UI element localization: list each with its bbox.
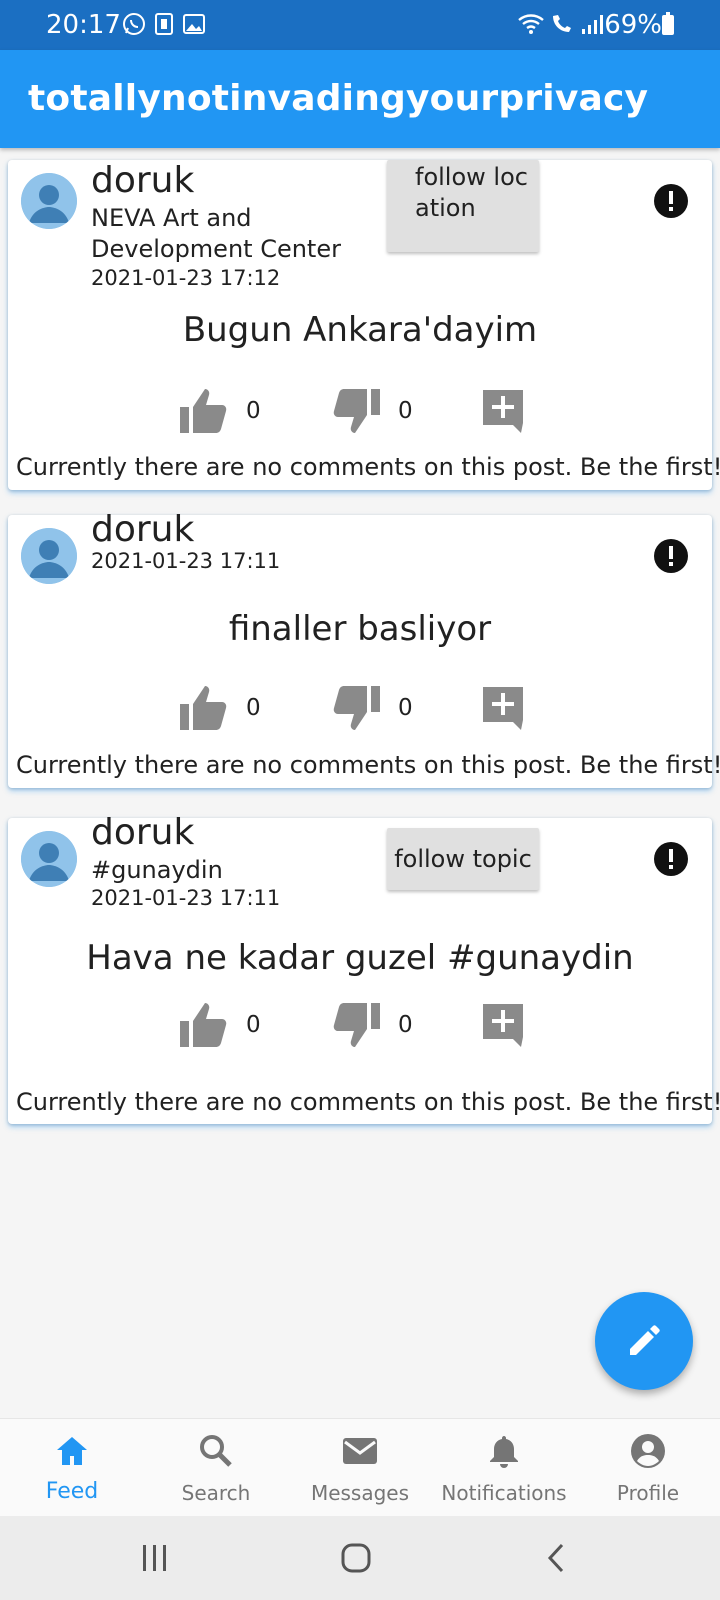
post-text: Bugun Ankara'dayim: [182, 310, 538, 350]
add-comment-icon: [483, 1004, 523, 1047]
add-comment-button[interactable]: [480, 1000, 526, 1050]
thumb-up-icon: [180, 1003, 227, 1047]
pencil-icon: [630, 1325, 660, 1355]
add-comment-icon: [483, 687, 523, 730]
recents-button[interactable]: [140, 1543, 170, 1573]
comments-placeholder: Currently there are no comments on this …: [16, 453, 720, 481]
thumb-down-icon: [333, 1003, 380, 1047]
post-card: doruk NEVA Art and Development Center 20…: [8, 160, 720, 490]
post-card: doruk #gunaydin 2021-01-23 17:11 follow …: [8, 812, 720, 1124]
post-text: finaller basliyor: [228, 609, 492, 649]
bottom-navigation: Feed Search Messages Notifications Profi…: [0, 1418, 720, 1516]
report-icon[interactable]: [654, 184, 688, 218]
wifi-icon: [518, 14, 544, 34]
whatsapp-icon: [123, 13, 145, 35]
thumb-down-icon: [333, 686, 380, 730]
new-post-button[interactable]: [595, 1292, 693, 1390]
like-button[interactable]: 0: [178, 386, 261, 436]
dislike-count: 0: [398, 1012, 413, 1038]
nav-label: Notifications: [441, 1481, 567, 1505]
nav-messages[interactable]: Messages: [288, 1419, 432, 1517]
home-icon: [57, 1437, 87, 1465]
status-time: 20:17: [46, 10, 121, 40]
comments-placeholder: Currently there are no comments on this …: [16, 1088, 720, 1116]
nav-notifications[interactable]: Notifications: [432, 1419, 576, 1517]
nav-feed[interactable]: Feed: [0, 1419, 144, 1517]
add-comment-button[interactable]: [480, 683, 526, 733]
avatar[interactable]: [21, 831, 77, 887]
thumb-down-icon: [333, 389, 380, 433]
dislike-count: 0: [398, 398, 413, 424]
like-count: 0: [246, 695, 261, 721]
nav-label: Profile: [616, 1481, 680, 1505]
comments-placeholder: Currently there are no comments on this …: [16, 751, 720, 779]
like-button[interactable]: 0: [178, 683, 261, 733]
nav-label: Messages: [310, 1481, 410, 1505]
add-comment-icon: [483, 390, 523, 433]
like-count: 0: [246, 1012, 261, 1038]
wifi-call-icon: [553, 15, 571, 32]
battery-icon: [662, 12, 674, 35]
nav-profile[interactable]: Profile: [576, 1419, 720, 1517]
follow-button-label: follow location: [415, 163, 528, 222]
nav-label: Feed: [45, 1479, 99, 1504]
post-timestamp: 2021-01-23 17:12: [91, 266, 281, 290]
avatar[interactable]: [21, 528, 77, 584]
follow-button-label: follow topic: [394, 845, 532, 873]
system-navigation: [0, 1516, 720, 1600]
thumb-up-icon: [180, 686, 227, 730]
report-icon[interactable]: [654, 539, 688, 573]
avatar[interactable]: [21, 173, 77, 229]
follow-topic-button[interactable]: follow topic: [387, 828, 539, 890]
like-count: 0: [246, 398, 261, 424]
post-username[interactable]: doruk: [91, 509, 194, 550]
post-text: Hava ne kadar guzel #gunaydin: [86, 938, 634, 978]
post-location[interactable]: NEVA Art and Development Center: [91, 203, 351, 265]
dislike-count: 0: [398, 695, 413, 721]
dislike-button[interactable]: 0: [330, 1000, 413, 1050]
status-bar: 20:17 69%: [0, 0, 720, 50]
account-icon: [631, 1434, 665, 1468]
thumb-up-icon: [180, 389, 227, 433]
mail-icon: [343, 1438, 377, 1464]
app-bar: totallynotinvadingyourprivacy: [0, 50, 720, 148]
post-timestamp: 2021-01-23 17:11: [91, 549, 281, 573]
add-comment-button[interactable]: [480, 386, 526, 436]
sim-icon: [155, 13, 173, 35]
post-username[interactable]: doruk: [91, 812, 194, 853]
post-topic[interactable]: #gunaydin: [91, 855, 223, 886]
nav-label: Search: [181, 1481, 251, 1505]
dislike-button[interactable]: 0: [330, 683, 413, 733]
app-title: totallynotinvadingyourprivacy: [28, 78, 649, 119]
signal-icon: [582, 15, 603, 34]
report-icon[interactable]: [654, 842, 688, 876]
battery-percent: 69%: [604, 10, 662, 40]
follow-location-button[interactable]: follow location: [387, 160, 539, 252]
search-icon: [200, 1435, 232, 1467]
post-timestamp: 2021-01-23 17:11: [91, 886, 281, 910]
bell-icon: [490, 1436, 518, 1468]
dislike-button[interactable]: 0: [330, 386, 413, 436]
post-username[interactable]: doruk: [91, 160, 194, 201]
gallery-icon: [183, 14, 205, 34]
nav-search[interactable]: Search: [144, 1419, 288, 1517]
back-button[interactable]: [543, 1543, 573, 1573]
like-button[interactable]: 0: [178, 1000, 261, 1050]
home-button[interactable]: [341, 1543, 371, 1573]
post-card: doruk 2021-01-23 17:11 finaller basliyor…: [8, 509, 720, 788]
